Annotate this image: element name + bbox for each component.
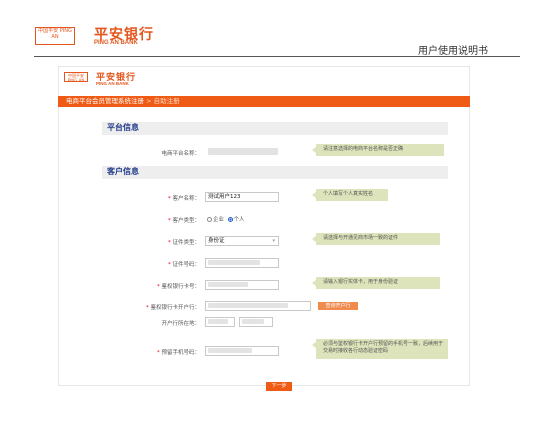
customer-section-header: 客户信息 bbox=[102, 166, 448, 179]
phone-input[interactable] bbox=[205, 346, 279, 356]
customer-name-tip: 个人填写个人真实姓名 bbox=[312, 189, 388, 201]
radio-enterprise-icon bbox=[207, 217, 212, 222]
bank-name-en-logo: PING AN BANK bbox=[94, 40, 138, 46]
platform-name-value[interactable] bbox=[208, 148, 278, 155]
breadcrumb: 电商平台会员管理系统注册 > 自助注册 bbox=[58, 96, 470, 107]
logo-badge-text: 中国平安 PING AN bbox=[38, 28, 72, 40]
customer-section-title: 客户信息 bbox=[107, 167, 139, 176]
radio-enterprise[interactable]: 企业 bbox=[207, 217, 224, 223]
radio-personal-icon bbox=[227, 217, 233, 222]
query-branch-button[interactable]: 查询开户行 bbox=[318, 302, 358, 310]
card-branch-label: * 鉴权银行卡开户行： bbox=[145, 305, 200, 311]
branch-province-masked bbox=[208, 319, 228, 324]
branch-location-label: 开户行所在地： bbox=[161, 321, 200, 327]
inner-bank-name-en: PING AN BANK bbox=[96, 81, 129, 86]
id-number-masked bbox=[208, 260, 260, 265]
next-button[interactable]: 下一步 bbox=[266, 382, 292, 391]
inner-pingan-logo: 中国平安 PING AN bbox=[64, 72, 88, 82]
customer-name-label: * 客户名称： bbox=[167, 196, 200, 202]
document-title: 用户使用说明书 bbox=[418, 46, 488, 57]
platform-section-title: 平台信息 bbox=[107, 123, 139, 132]
id-type-select[interactable]: 身份证 ▾ bbox=[205, 236, 279, 246]
phone-tip: 必须与鉴权银行卡开户行预留的手机号一致，后续用于交易时接收各行动态验证密码 bbox=[312, 339, 448, 359]
branch-city-select[interactable] bbox=[239, 317, 273, 327]
platform-section-header: 平台信息 bbox=[102, 122, 448, 135]
customer-type-label: * 客户类型： bbox=[167, 218, 200, 224]
branch-province-select[interactable] bbox=[205, 317, 235, 327]
card-branch-masked bbox=[208, 303, 288, 308]
card-number-tip: 请输入银行实体卡，用于身份验证 bbox=[312, 277, 440, 289]
screenshot-frame bbox=[58, 66, 470, 386]
header-divider bbox=[34, 56, 520, 57]
branch-city-masked bbox=[242, 319, 264, 324]
breadcrumb-main[interactable]: 电商平台会员管理系统注册 bbox=[66, 97, 144, 105]
id-number-input[interactable] bbox=[205, 258, 279, 268]
phone-masked bbox=[208, 348, 252, 353]
card-number-masked bbox=[208, 282, 248, 287]
id-type-label: * 证件类型： bbox=[167, 240, 200, 246]
customer-type-radios: 企业 个人 bbox=[207, 215, 245, 223]
radio-personal[interactable]: 个人 bbox=[227, 217, 245, 223]
pingan-group-logo: 中国平安 PING AN bbox=[35, 27, 75, 45]
customer-name-input[interactable]: 测试用户123 bbox=[205, 192, 279, 202]
phone-label: * 预留手机号码： bbox=[156, 350, 200, 356]
card-number-label: * 鉴权银行卡号： bbox=[156, 284, 200, 290]
card-branch-input[interactable] bbox=[205, 301, 311, 311]
id-type-tip: 请选择与开通见商市场一致的证件 bbox=[312, 233, 440, 245]
breadcrumb-current: > 自助注册 bbox=[144, 97, 180, 105]
platform-name-tip: 请注意选择的电商平台名称是否正确 bbox=[312, 144, 444, 156]
card-number-input[interactable] bbox=[205, 280, 279, 290]
chevron-down-icon: ▾ bbox=[272, 238, 275, 244]
inner-logo-badge-text: 中国平安 PING AN bbox=[67, 73, 85, 83]
id-type-selected: 身份证 bbox=[208, 238, 225, 244]
id-number-label: * 证件号码： bbox=[167, 262, 200, 268]
platform-name-label: 电商平台名称： bbox=[161, 151, 200, 157]
